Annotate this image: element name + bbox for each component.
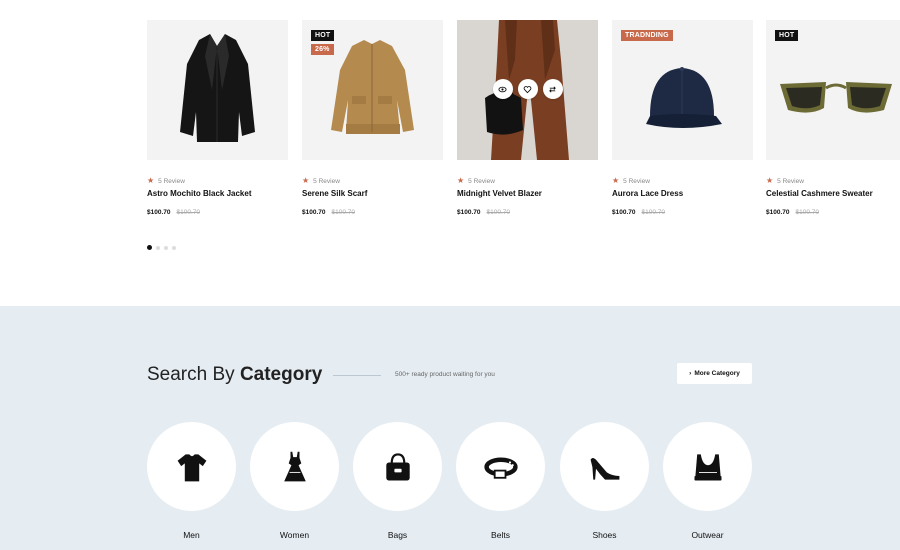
compare-button[interactable] xyxy=(542,79,563,99)
product-old-price: $100.70 xyxy=(176,209,201,216)
review-count: 5 Review xyxy=(158,177,185,185)
product-name[interactable]: Midnight Velvet Blazer xyxy=(457,189,598,198)
category-women[interactable]: Women xyxy=(250,422,339,540)
product-image[interactable] xyxy=(147,20,288,160)
product-price: $100.70 xyxy=(766,209,790,216)
review-count: 5 Review xyxy=(777,177,804,185)
carousel-pagination xyxy=(147,245,176,250)
product-image[interactable]: TRADNDING xyxy=(612,20,753,160)
quick-actions xyxy=(457,79,598,99)
star-icon: ★ xyxy=(302,176,310,185)
star-icon: ★ xyxy=(457,176,465,185)
badge-hot: HOT xyxy=(311,30,335,41)
category-belts[interactable]: Belts xyxy=(456,422,545,540)
product-price: $100.70 xyxy=(302,209,326,216)
sunglasses-image xyxy=(766,20,900,160)
eye-icon xyxy=(498,86,507,92)
star-icon: ★ xyxy=(766,176,774,185)
product-carousel: ★ 5 Review Astro Mochito Black Jacket $1… xyxy=(0,0,900,306)
product-card[interactable]: ★ 5 Review Midnight Velvet Blazer $100.7… xyxy=(457,20,598,216)
navy-cap-image xyxy=(612,20,753,160)
tan-bomber-jacket-image xyxy=(302,20,443,160)
category-circle[interactable] xyxy=(456,422,545,511)
category-label: Outwear xyxy=(691,530,724,540)
category-circle[interactable] xyxy=(353,422,442,511)
product-rating: ★ 5 Review xyxy=(302,177,443,185)
product-image[interactable]: HOT 26% xyxy=(302,20,443,160)
product-rating: ★ 5 Review xyxy=(612,177,753,185)
product-image[interactable] xyxy=(457,20,598,160)
category-circle[interactable] xyxy=(560,422,649,511)
carousel-dot[interactable] xyxy=(164,245,168,250)
dress-icon xyxy=(283,451,306,481)
belt-icon xyxy=(483,457,518,479)
category-outwear[interactable]: Outwear xyxy=(663,422,752,540)
carousel-dot[interactable] xyxy=(156,245,160,250)
category-circle[interactable] xyxy=(663,422,752,511)
section-title-bold: Category xyxy=(239,364,323,385)
product-rating: ★ 5 Review xyxy=(766,177,900,185)
category-section: Search By Category 500+ ready product wa… xyxy=(0,306,900,550)
star-icon: ★ xyxy=(612,176,620,185)
product-price: $100.70 xyxy=(612,209,636,216)
carousel-dot[interactable] xyxy=(172,245,176,250)
product-old-price: $100.70 xyxy=(486,209,511,216)
category-label: Women xyxy=(279,530,310,540)
review-count: 5 Review xyxy=(623,177,650,185)
more-category-label: More Category xyxy=(694,370,740,377)
product-name[interactable]: Astro Mochito Black Jacket xyxy=(147,189,288,198)
quick-view-button[interactable] xyxy=(492,79,513,99)
product-old-price: $100.70 xyxy=(331,209,356,216)
category-shoes[interactable]: Shoes xyxy=(560,422,649,540)
section-title: Search By Category xyxy=(147,364,322,386)
product-old-price: $100.70 xyxy=(641,209,666,216)
wishlist-button[interactable] xyxy=(517,79,538,99)
tshirt-icon xyxy=(177,453,206,481)
top-icon xyxy=(694,453,721,480)
product-name[interactable]: Serene Silk Scarf xyxy=(302,189,443,198)
badge-discount: 26% xyxy=(311,44,334,55)
compare-icon xyxy=(549,85,556,93)
product-card[interactable]: HOT 26% ★ 5 Review Serene Silk Scarf $10… xyxy=(302,20,443,216)
star-icon: ★ xyxy=(147,176,155,185)
high-heel-icon xyxy=(590,457,619,480)
product-card[interactable]: ★ 5 Review Astro Mochito Black Jacket $1… xyxy=(147,20,288,216)
chevron-right-icon: › xyxy=(689,370,692,377)
product-card[interactable]: HOT ★ 5 Review Celestial Cashmere Sweate… xyxy=(766,20,900,216)
section-title-light: Search By xyxy=(147,364,235,385)
product-card[interactable]: TRADNDING ★ 5 Review Aurora Lace Dress $… xyxy=(612,20,753,216)
heart-icon xyxy=(523,85,532,93)
category-label: Belts xyxy=(491,530,510,540)
more-category-button[interactable]: › More Category xyxy=(677,363,752,384)
category-label: Shoes xyxy=(592,530,617,540)
category-circle[interactable] xyxy=(147,422,236,511)
carousel-dot[interactable] xyxy=(147,245,152,250)
product-price: $100.70 xyxy=(457,209,481,216)
category-circle[interactable] xyxy=(250,422,339,511)
black-blazer-image xyxy=(147,20,288,160)
handbag-icon xyxy=(385,452,410,480)
review-count: 5 Review xyxy=(313,177,340,185)
category-men[interactable]: Men xyxy=(147,422,236,540)
product-name[interactable]: Aurora Lace Dress xyxy=(612,189,753,198)
product-rating: ★ 5 Review xyxy=(147,177,288,185)
badge-hot: HOT xyxy=(775,30,799,41)
category-label: Bags xyxy=(387,530,408,540)
product-rating: ★ 5 Review xyxy=(457,177,598,185)
product-price: $100.70 xyxy=(147,209,171,216)
divider xyxy=(333,375,381,376)
category-bags[interactable]: Bags xyxy=(353,422,442,540)
product-old-price: $100.70 xyxy=(795,209,820,216)
review-count: 5 Review xyxy=(468,177,495,185)
badge-trending: TRADNDING xyxy=(621,30,673,41)
category-label: Men xyxy=(183,530,200,540)
section-subtitle: 500+ ready product waiting for you xyxy=(395,371,495,378)
product-name[interactable]: Celestial Cashmere Sweater xyxy=(766,189,900,198)
product-image[interactable]: HOT xyxy=(766,20,900,160)
